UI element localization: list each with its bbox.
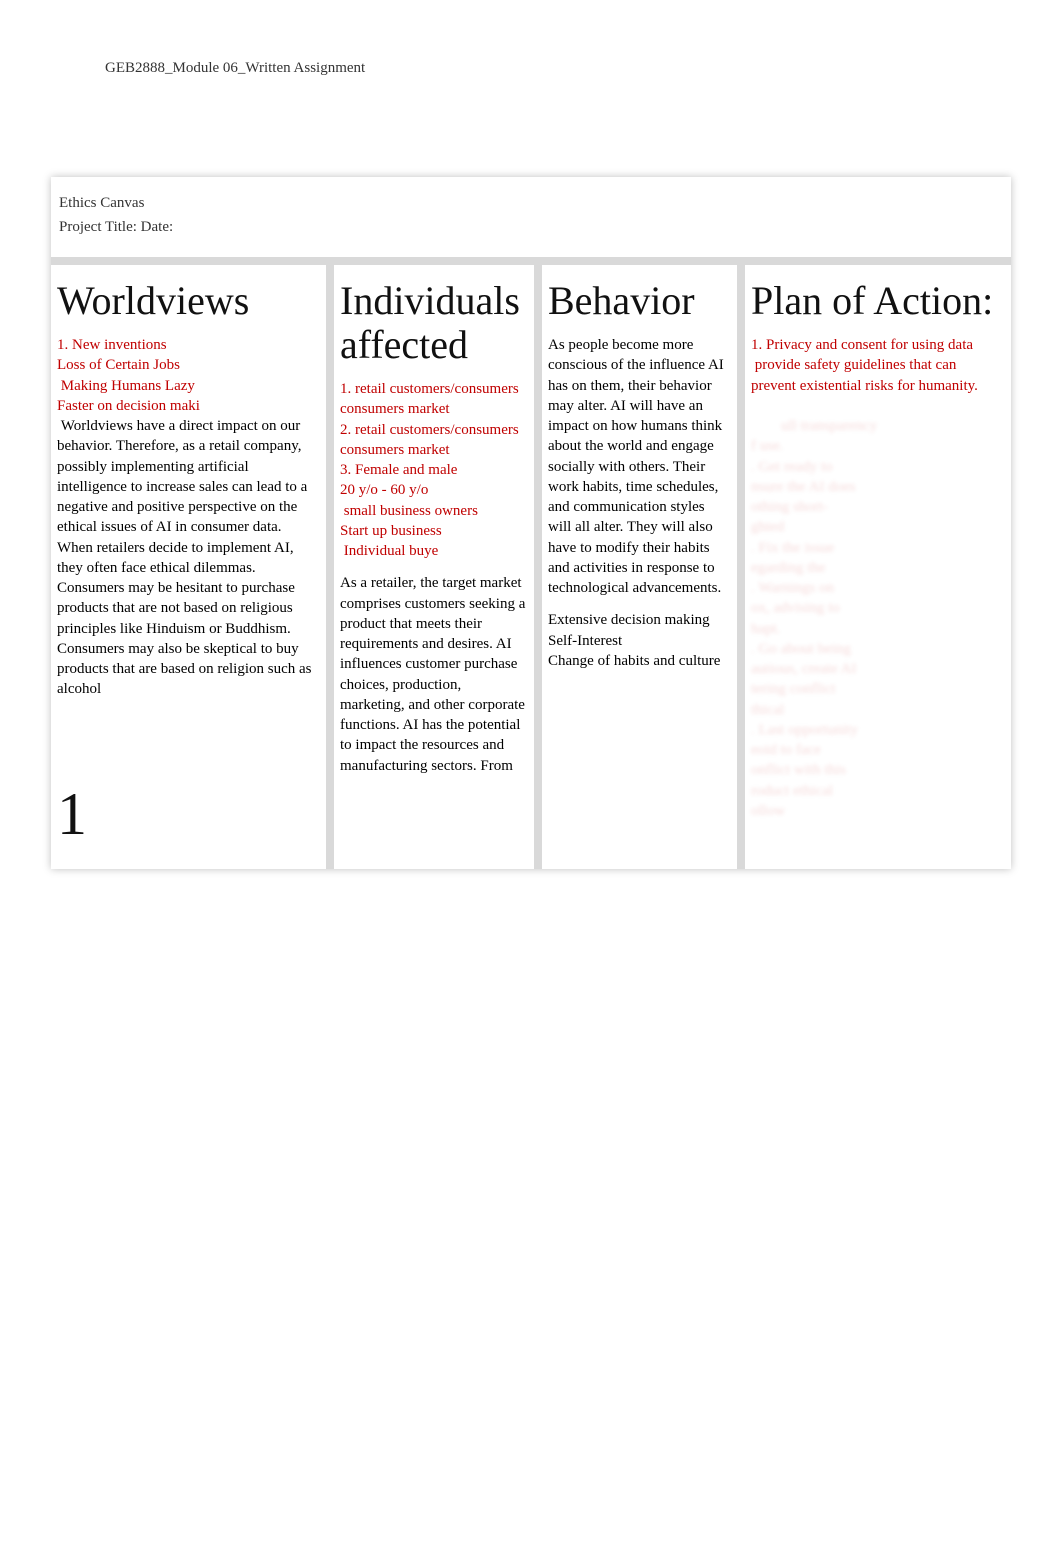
individuals-title: Individuals affected	[340, 279, 528, 367]
plan-hidden-text: ull transparency f use. . Get ready to n…	[751, 396, 999, 842]
plan-red-list: 1. Privacy and consent for using data pr…	[751, 335, 999, 396]
canvas-label: Ethics Canvas	[59, 191, 999, 215]
column-separator	[534, 265, 542, 869]
project-title-date: Project Title: Date:	[59, 215, 999, 239]
plan-title: Plan of Action:	[751, 279, 999, 323]
document-header: GEB2888_Module 06_Written Assignment	[0, 20, 1062, 77]
behavior-list: Extensive decision making Self-Interest …	[548, 610, 731, 671]
worldviews-red-list: 1. New inventions Loss of Certain Jobs M…	[57, 335, 320, 416]
worldviews-title: Worldviews	[57, 279, 320, 323]
column-individuals: Individuals affected 1. retail customers…	[334, 265, 534, 869]
worldviews-body: Worldviews have a direct impact on our b…	[57, 416, 320, 700]
column-separator	[326, 265, 334, 869]
column-worldviews: Worldviews 1. New inventions Loss of Cer…	[51, 265, 326, 869]
behavior-title: Behavior	[548, 279, 731, 323]
column-behavior: Behavior As people become more conscious…	[542, 265, 737, 869]
column-plan: Plan of Action: 1. Privacy and consent f…	[745, 265, 1005, 869]
individuals-red-list: 1. retail customers/consumers consumers …	[340, 379, 528, 561]
behavior-body: As people become more conscious of the i…	[548, 335, 731, 598]
plan-hidden-content: ull transparency f use. . Get ready to n…	[751, 418, 877, 819]
ethics-canvas: Ethics Canvas Project Title: Date: World…	[51, 177, 1011, 869]
canvas-columns: Worldviews 1. New inventions Loss of Cer…	[51, 265, 1011, 869]
worldviews-big-number: 1	[57, 780, 320, 849]
individuals-desc: As a retailer, the target market compris…	[340, 573, 528, 776]
canvas-header: Ethics Canvas Project Title: Date:	[51, 177, 1011, 265]
column-separator	[737, 265, 745, 869]
